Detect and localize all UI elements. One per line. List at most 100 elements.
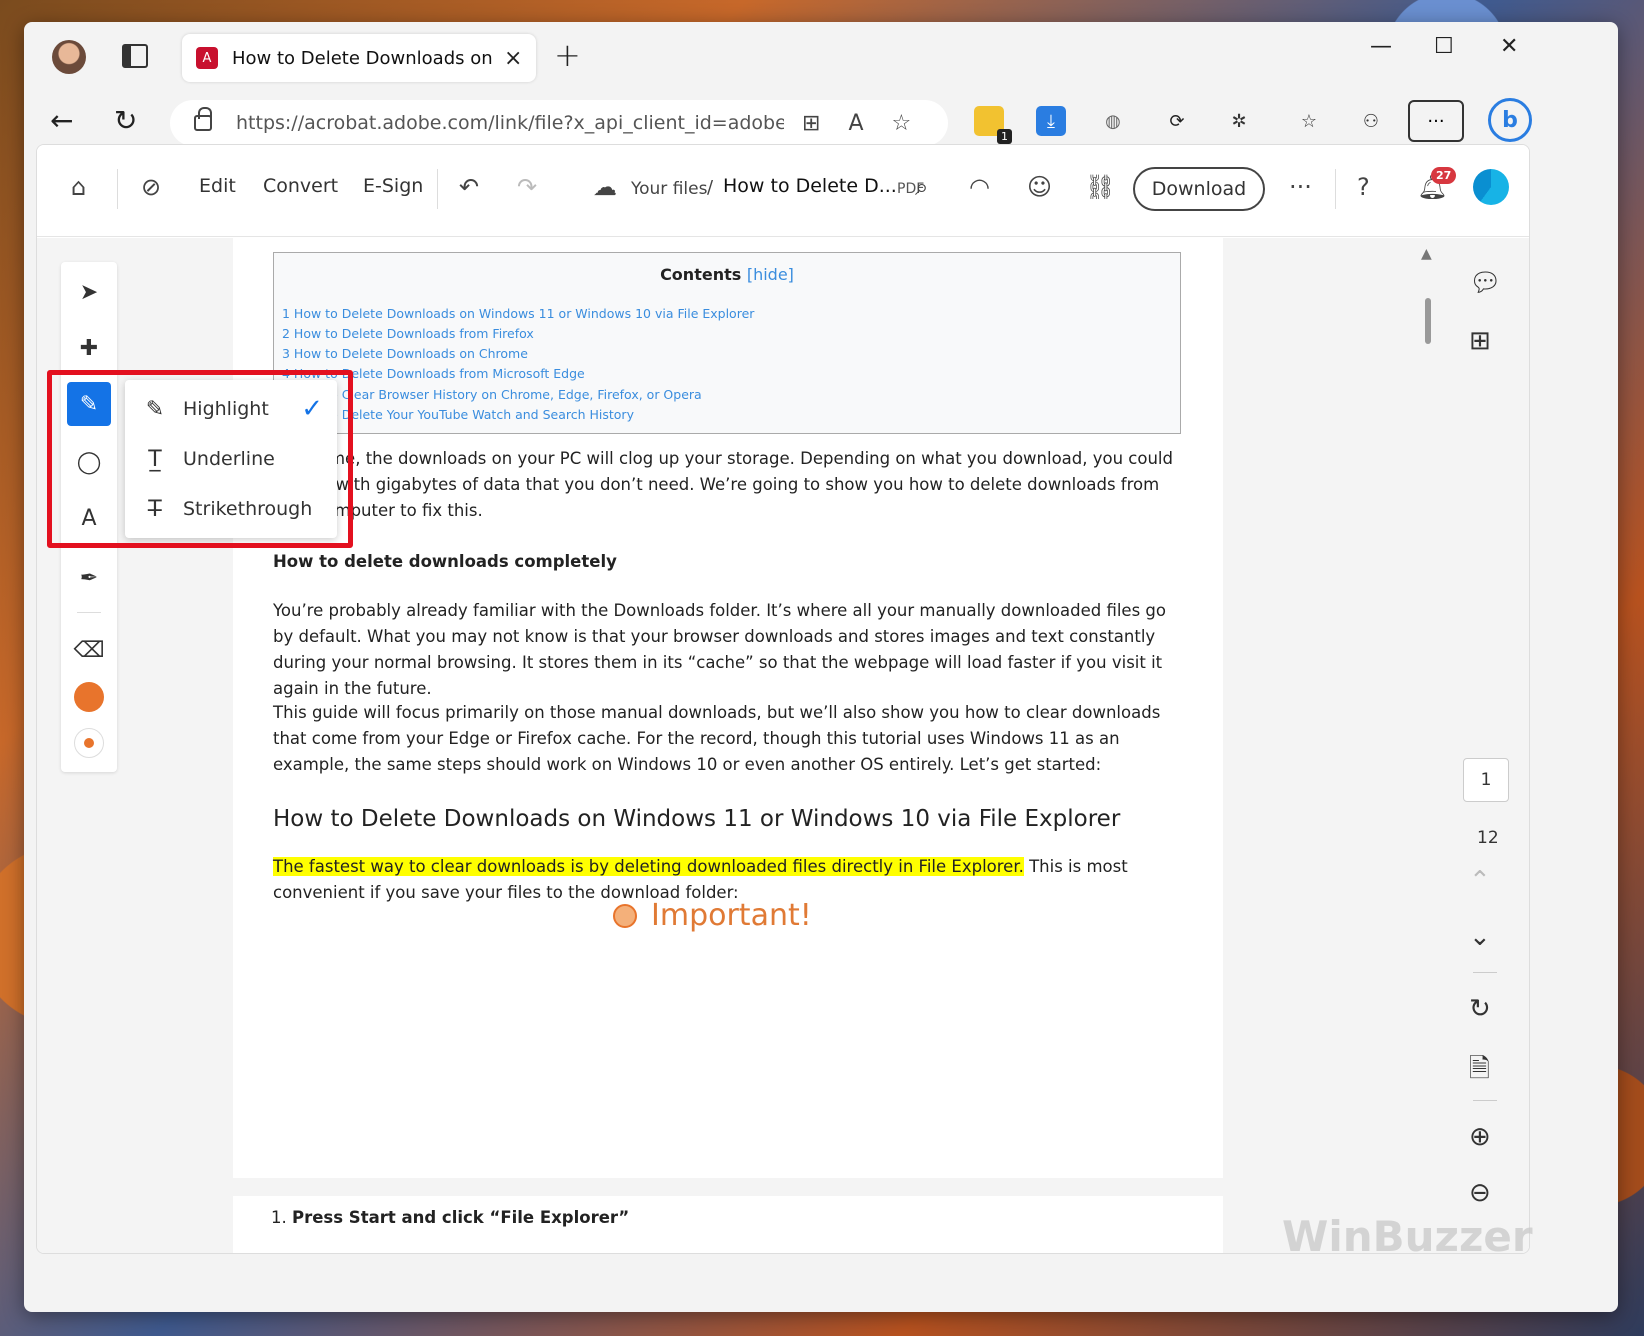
- active-tab[interactable]: A How to Delete Downloads on Wi ×: [182, 34, 536, 82]
- pdf-icon: A: [196, 47, 218, 69]
- url-text[interactable]: https://acrobat.adobe.com/link/file?x_ap…: [236, 112, 784, 134]
- menu-item-underline[interactable]: T̲ Underline: [125, 434, 337, 484]
- highlight-pen-icon: ✎: [145, 396, 165, 422]
- menu-item-label: Highlight: [183, 398, 269, 420]
- right-panel: 💬︎ ⊞ 1 12 ⌃ ⌄ ↻ 🗎︎ ⊕ ⊖: [1441, 238, 1529, 1253]
- tab-title: How to Delete Downloads on Wi: [232, 47, 494, 69]
- text-box-icon[interactable]: A: [67, 496, 111, 540]
- extension-badge: 1: [997, 129, 1012, 144]
- document-title[interactable]: How to Delete D...: [723, 175, 897, 197]
- download-button[interactable]: Download: [1133, 167, 1265, 211]
- navigate-icon[interactable]: ⊘: [141, 173, 161, 201]
- favorite-add-icon[interactable]: ☆: [892, 111, 912, 136]
- add-comment-icon[interactable]: ✚: [67, 326, 111, 370]
- home-icon[interactable]: ⌂: [71, 173, 86, 201]
- page-up-icon[interactable]: ⌃: [1469, 866, 1491, 896]
- sticky-note[interactable]: Important!: [613, 898, 812, 933]
- edit-menu[interactable]: Edit: [199, 175, 236, 197]
- comment-note-icon[interactable]: [613, 903, 637, 928]
- toc-link[interactable]: 5 How to Clear Browser History on Chrome…: [282, 387, 702, 402]
- watermark-logo: WinBuzzer: [1282, 1212, 1533, 1261]
- page-total: 12: [1477, 828, 1499, 848]
- read-aloud-headphones-icon[interactable]: ◠: [969, 173, 990, 201]
- intro-paragraph: Over time, the downloads on your PC will…: [273, 449, 1173, 520]
- checkmark-icon: ✓: [301, 394, 323, 424]
- collections-icon[interactable]: ⚇: [1356, 106, 1386, 136]
- zoom-in-icon[interactable]: ⊕: [1469, 1122, 1491, 1152]
- more-icon[interactable]: ···: [1289, 173, 1312, 201]
- underline-icon: T̲: [148, 446, 162, 472]
- new-tab-icon[interactable]: +: [554, 36, 581, 74]
- strikethrough-icon: T̶: [148, 496, 162, 522]
- toc-link[interactable]: 1 How to Delete Downloads on Windows 11 …: [282, 306, 754, 321]
- thumbnails-icon[interactable]: ⊞: [1469, 326, 1491, 356]
- tab-actions-icon[interactable]: [122, 44, 148, 68]
- eraser-icon[interactable]: ⌫: [67, 628, 111, 672]
- toc-link[interactable]: 4 How to Delete Downloads from Microsoft…: [282, 366, 585, 381]
- annotation-toolbar: ➤ ✚ ✎ ◯ A ✒ ⌫: [61, 262, 117, 772]
- refresh-icon[interactable]: ↻: [114, 104, 137, 137]
- extension-globe-icon[interactable]: ◍: [1098, 106, 1128, 136]
- pdf-page-2: 1. Press Start and click “File Explorer”: [233, 1196, 1223, 1253]
- close-window-icon[interactable]: ✕: [1500, 34, 1518, 59]
- back-icon[interactable]: ←: [50, 104, 73, 137]
- page-tools-icon[interactable]: 🗎︎: [1469, 1050, 1490, 1094]
- section-heading: How to Delete Downloads on Windows 11 or…: [273, 806, 1121, 832]
- menu-item-highlight[interactable]: ✎ Highlight ✓: [125, 384, 337, 434]
- toc-link[interactable]: 2 How to Delete Downloads from Firefox: [282, 326, 534, 341]
- scroll-up-icon[interactable]: ▲: [1421, 246, 1432, 262]
- app-available-icon[interactable]: ⊞: [802, 111, 820, 136]
- breadcrumb-your-files[interactable]: Your files: [631, 179, 707, 199]
- tab-bar: A How to Delete Downloads on Wi × + — ☐ …: [24, 22, 1618, 92]
- highlighted-text[interactable]: The fastest way to clear downloads is by…: [273, 857, 1024, 876]
- download-extension-icon[interactable]: ⤓: [1036, 106, 1066, 136]
- maximize-icon[interactable]: ☐: [1434, 34, 1454, 59]
- stroke-size-icon[interactable]: [74, 728, 104, 758]
- link-icon[interactable]: ⛓: [1085, 173, 1115, 201]
- convert-menu[interactable]: Convert: [263, 175, 338, 197]
- document-area: ➤ ✚ ✎ ◯ A ✒ ⌫ ✎ Highlight ✓ T̲ Underline…: [37, 238, 1529, 1253]
- page-down-icon[interactable]: ⌄: [1469, 922, 1491, 952]
- sticky-note-text: Important!: [651, 898, 812, 933]
- address-bar[interactable]: https://acrobat.adobe.com/link/file?x_ap…: [170, 100, 948, 146]
- color-picker-icon[interactable]: [74, 682, 104, 712]
- step-item: 1. Press Start and click “File Explorer”: [271, 1208, 630, 1227]
- extensions-icon[interactable]: ✲: [1224, 106, 1254, 136]
- lock-icon[interactable]: [194, 107, 212, 131]
- rotate-icon[interactable]: ↻: [1469, 994, 1491, 1024]
- help-icon[interactable]: ?: [1357, 173, 1370, 201]
- highlight-options-menu: ✎ Highlight ✓ T̲ Underline T̶ Strikethro…: [125, 380, 337, 538]
- draw-lasso-icon[interactable]: ◯: [67, 440, 111, 484]
- redo-icon[interactable]: ↷: [517, 173, 537, 201]
- zoom-out-icon[interactable]: ⊖: [1469, 1178, 1491, 1208]
- close-tab-icon[interactable]: ×: [504, 46, 522, 71]
- more-options-icon[interactable]: ···: [1408, 100, 1464, 142]
- undo-icon[interactable]: ↶: [459, 173, 479, 201]
- menu-item-label: Strikethrough: [183, 498, 313, 520]
- search-icon[interactable]: ⌕: [915, 173, 928, 201]
- bing-copilot-icon[interactable]: b: [1488, 98, 1532, 142]
- extension-sticky-icon[interactable]: 1: [974, 106, 1012, 144]
- favorites-icon[interactable]: ☆: [1294, 106, 1324, 136]
- draw-pen-icon[interactable]: ✒: [67, 556, 111, 600]
- toc-hide-link[interactable]: hide: [753, 265, 788, 284]
- paragraph-1: You’re probably already familiar with th…: [273, 601, 1166, 698]
- sync-icon[interactable]: ⟳: [1162, 106, 1192, 136]
- minimize-icon[interactable]: —: [1370, 34, 1392, 59]
- share-people-icon[interactable]: ☺: [1027, 173, 1052, 201]
- menu-item-strikethrough[interactable]: T̶ Strikethrough: [125, 484, 337, 534]
- select-tool-icon[interactable]: ➤: [67, 270, 111, 314]
- highlight-tool-icon[interactable]: ✎: [67, 382, 111, 426]
- current-page-input[interactable]: 1: [1463, 758, 1509, 802]
- toc-link[interactable]: 3 How to Delete Downloads on Chrome: [282, 346, 528, 361]
- esign-menu[interactable]: E-Sign: [363, 175, 423, 197]
- subheading: How to delete downloads completely: [273, 552, 617, 571]
- acrobat-toolbar: ⌂ ⊘ Edit Convert E-Sign ↶ ↷ ☁ Your files…: [37, 145, 1529, 237]
- profile-avatar[interactable]: [52, 40, 86, 74]
- scrollbar-thumb[interactable]: [1425, 298, 1431, 344]
- read-aloud-icon[interactable]: A: [848, 111, 863, 136]
- table-of-contents: Contents [hide] 1 How to Delete Download…: [273, 252, 1181, 434]
- breadcrumb-separator: /: [707, 177, 714, 198]
- comments-icon[interactable]: 💬︎: [1469, 268, 1502, 298]
- user-avatar[interactable]: [1473, 169, 1509, 205]
